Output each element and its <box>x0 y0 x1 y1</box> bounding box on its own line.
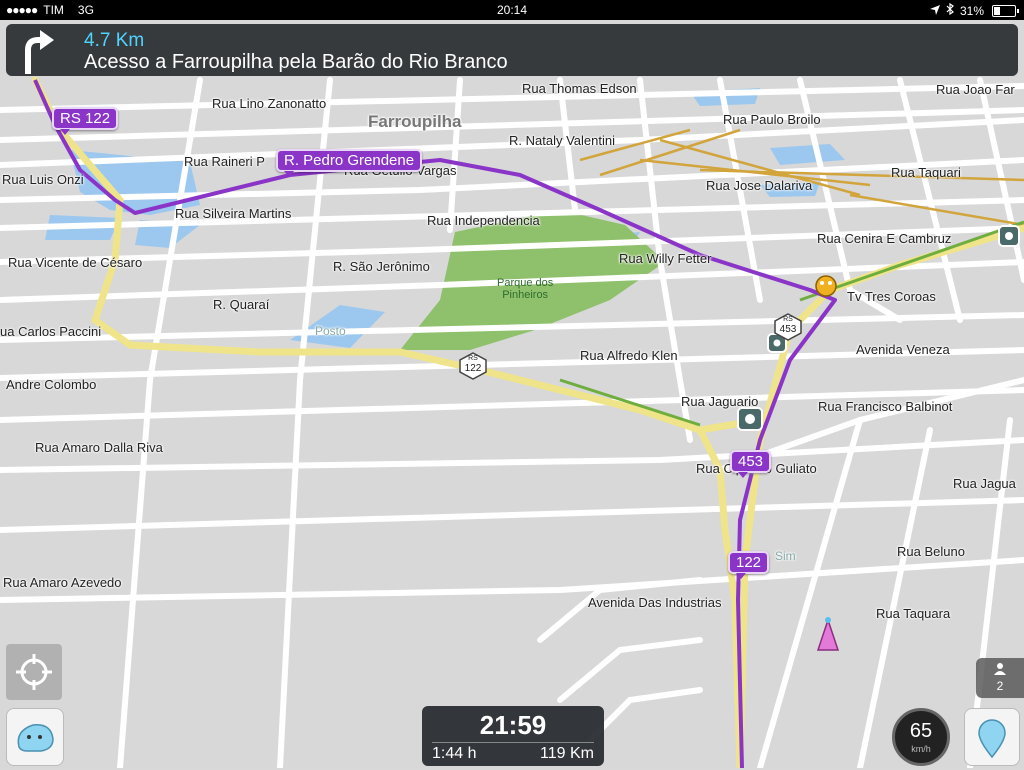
street-label: Rua Beluno <box>897 544 965 559</box>
status-bar: ●●●●● TIM 3G 20:14 31% <box>0 0 1024 20</box>
street-label: Avenida Das Industrias <box>588 595 722 610</box>
street-label: Rua Silveira Martins <box>175 206 292 221</box>
street-label: Rua Joao Far <box>936 82 1015 97</box>
road-shield-number: 453 <box>779 324 797 335</box>
waze-logo-icon <box>17 724 54 752</box>
status-bar-time: 20:14 <box>496 3 528 17</box>
street-label: ua Carlos Paccini <box>0 324 102 339</box>
street-label: Rua Francisco Balbinot <box>818 399 953 414</box>
route-shield-453[interactable]: 453 <box>730 450 772 478</box>
navigation-instruction-banner[interactable]: 4.7 Km Acesso a Farroupilha pela Barão d… <box>6 24 1018 76</box>
street-label: Rua Taquara <box>876 606 951 621</box>
street-label: Rua Jaguario <box>681 394 759 409</box>
crosshair-icon <box>16 654 52 690</box>
street-label: Rua Taquari <box>891 165 961 180</box>
speedometer: 65 km/h <box>892 708 950 766</box>
street-label: Tv Tres Coroas <box>847 289 936 304</box>
speed-camera-icon[interactable] <box>737 407 763 431</box>
nearby-users-button[interactable]: 2 <box>976 658 1024 698</box>
battery-fill <box>994 6 1001 15</box>
street-label: Rua Thomas Edson <box>522 81 637 96</box>
map-canvas[interactable] <box>0 0 1024 768</box>
speed-camera-icon[interactable] <box>998 225 1020 247</box>
street-label: Andre Colombo <box>6 377 97 392</box>
menu-button[interactable] <box>6 708 64 766</box>
street-label: Rua Lino Zanonatto <box>212 96 327 111</box>
turn-left-arrow-icon <box>25 30 54 74</box>
street-label: Rua Alfredo Klen <box>580 348 678 363</box>
eta-panel[interactable]: 21:59 1:44 h 119 Km <box>422 706 604 766</box>
next-turn-instruction: Acesso a Farroupilha pela Barão do Rio B… <box>84 51 508 73</box>
street-label: Rua Luis Onzi <box>2 172 84 187</box>
poi-label-sim: Sim <box>775 549 796 563</box>
route-shield-rs122[interactable]: RS 122 <box>52 107 119 135</box>
road-shield-number: 122 <box>464 363 482 374</box>
street-label: Rua Jose Dalariva <box>706 178 813 193</box>
state-road-shield-122: RS 122 <box>459 352 487 380</box>
current-speed: 65 <box>909 720 933 742</box>
bluetooth-icon <box>946 2 954 18</box>
street-label: Rua Willy Fetter <box>619 251 712 266</box>
remaining-distance: 119 Km <box>540 745 594 762</box>
wazer-icon[interactable] <box>815 275 837 297</box>
road-shield-prefix: RS <box>783 316 793 323</box>
street-label: Avenida Veneza <box>856 342 950 357</box>
street-label: R. Quaraí <box>213 297 270 312</box>
next-turn-distance: 4.7 Km <box>84 30 145 51</box>
park-label-line-2: Pinheiros <box>502 289 549 301</box>
report-button[interactable] <box>964 708 1020 766</box>
battery-percent: 31% <box>959 3 984 18</box>
remaining-duration: 1:44 h <box>432 745 477 762</box>
park-label-line-1: Parque dos <box>497 277 554 289</box>
street-label: Rua Cenira E Cambruz <box>817 231 952 246</box>
arrival-time: 21:59 <box>479 710 547 740</box>
street-label: Rua Jagua <box>953 476 1016 491</box>
street-label: Rua Amaro Dalla Riva <box>35 440 163 455</box>
street-label: Rua Independencia <box>427 213 540 228</box>
city-label: Farroupilha <box>368 112 462 131</box>
state-road-shield-453: RS 453 <box>774 313 802 341</box>
park-label: Parque dos Pinheiros <box>497 277 553 301</box>
status-bar-right: 31% <box>929 2 1019 18</box>
road-shield-prefix: RS <box>468 355 478 362</box>
street-label: Rua Raineri P <box>184 154 265 169</box>
battery-icon <box>992 4 1019 17</box>
street-label: R. São Jerônimo <box>333 259 430 274</box>
location-arrow-icon <box>929 4 940 18</box>
street-label: Rua Vicente de Césaro <box>8 255 143 270</box>
nearby-users-count: 2 <box>996 679 1004 693</box>
route-shield-122[interactable]: 122 <box>728 551 770 579</box>
route-shield-pedro-grendene[interactable]: R. Pedro Grendene <box>276 149 423 177</box>
recenter-button[interactable] <box>6 644 62 700</box>
user-icon <box>994 663 1006 675</box>
eta-divider <box>432 742 594 743</box>
street-label: Rua Paulo Broilo <box>723 112 821 127</box>
street-label: Rua Amaro Azevedo <box>3 575 122 590</box>
speed-unit: km/h <box>911 744 931 754</box>
map-pin-icon <box>978 719 1006 759</box>
street-label: R. Nataly Valentini <box>509 133 615 148</box>
poi-label-posto: Posto <box>315 324 346 338</box>
